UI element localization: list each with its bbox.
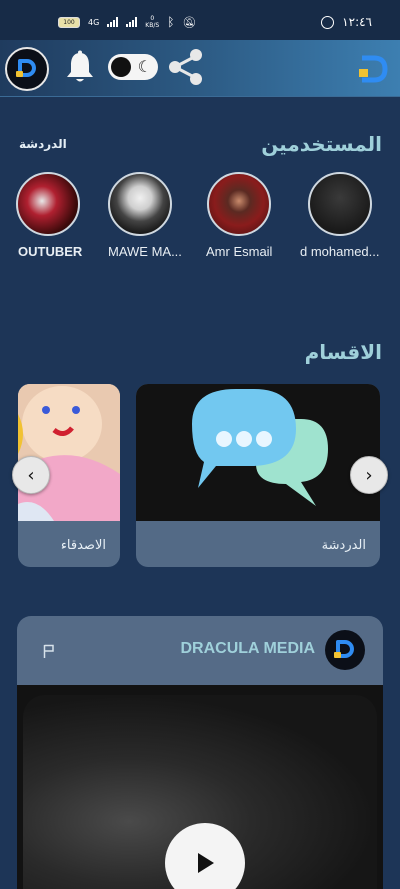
user-avatar bbox=[108, 172, 172, 236]
users-carousel[interactable]: d mohamed... Amr Esmail MAWE MA... OUTUB… bbox=[0, 172, 400, 272]
share-icon[interactable] bbox=[166, 48, 206, 86]
user-item[interactable]: OUTUBER bbox=[8, 172, 83, 272]
app-logo-icon[interactable] bbox=[5, 47, 49, 91]
user-name: Amr Esmail bbox=[206, 244, 273, 259]
status-bar: 100 4G 0 KB/S ᛒ 🔕︎ ١٢:٤٦ bbox=[0, 0, 400, 44]
bell-icon[interactable] bbox=[64, 50, 96, 84]
users-section-title: المستخدمين bbox=[261, 132, 382, 156]
user-name: OUTUBER bbox=[18, 244, 83, 259]
whatsapp-icon bbox=[321, 15, 335, 29]
bluetooth-icon: ᛒ bbox=[167, 15, 175, 29]
battery-level: 100 bbox=[63, 18, 75, 26]
post-author-name[interactable]: DRACULA MEDIA bbox=[17, 640, 315, 658]
play-button[interactable] bbox=[165, 823, 245, 889]
speed-value: 0 bbox=[150, 15, 155, 22]
battery-icon: 100 bbox=[58, 16, 80, 28]
dark-mode-toggle[interactable]: ☾ bbox=[108, 54, 158, 80]
play-icon bbox=[198, 853, 214, 873]
user-item[interactable]: d mohamed... bbox=[300, 172, 400, 272]
user-name: d mohamed... bbox=[300, 244, 380, 259]
user-avatar bbox=[308, 172, 372, 236]
user-name: MAWE MA... bbox=[108, 244, 182, 259]
categories-section-title: الاقسام bbox=[304, 340, 382, 364]
video-thumbnail bbox=[23, 695, 377, 889]
post-card: DRACULA MEDIA bbox=[17, 616, 383, 889]
mute-icon: 🔕︎ bbox=[182, 15, 197, 29]
signal-icon bbox=[107, 17, 119, 27]
chevron-left-icon: ‹ bbox=[27, 464, 35, 486]
brand-logo-icon bbox=[359, 55, 388, 83]
network-speed: 0 KB/S bbox=[145, 15, 159, 29]
user-avatar bbox=[207, 172, 271, 236]
category-card-chat[interactable]: الدردشة bbox=[136, 384, 380, 567]
user-item[interactable]: Amr Esmail bbox=[206, 172, 277, 272]
chat-link[interactable]: الدردشة bbox=[19, 137, 67, 151]
video-player[interactable] bbox=[17, 685, 383, 889]
category-label: الدردشة bbox=[321, 538, 366, 553]
chat-bubbles-icon bbox=[136, 384, 380, 521]
moon-icon: ☾ bbox=[137, 57, 152, 76]
network-type: 4G bbox=[88, 17, 100, 27]
signal-icon-2 bbox=[126, 17, 138, 27]
post-author-avatar[interactable] bbox=[325, 630, 365, 670]
chevron-right-icon: › bbox=[365, 464, 373, 486]
user-avatar bbox=[16, 172, 80, 236]
toggle-knob bbox=[111, 57, 131, 77]
status-time: ١٢:٤٦ bbox=[342, 15, 372, 29]
speed-unit: KB/S bbox=[145, 22, 160, 29]
carousel-prev-button[interactable]: ‹ bbox=[12, 456, 50, 494]
carousel-next-button[interactable]: › bbox=[350, 456, 388, 494]
category-label: الاصدقاء bbox=[60, 538, 106, 553]
friends-icon bbox=[18, 384, 120, 521]
user-item[interactable]: MAWE MA... bbox=[108, 172, 188, 272]
